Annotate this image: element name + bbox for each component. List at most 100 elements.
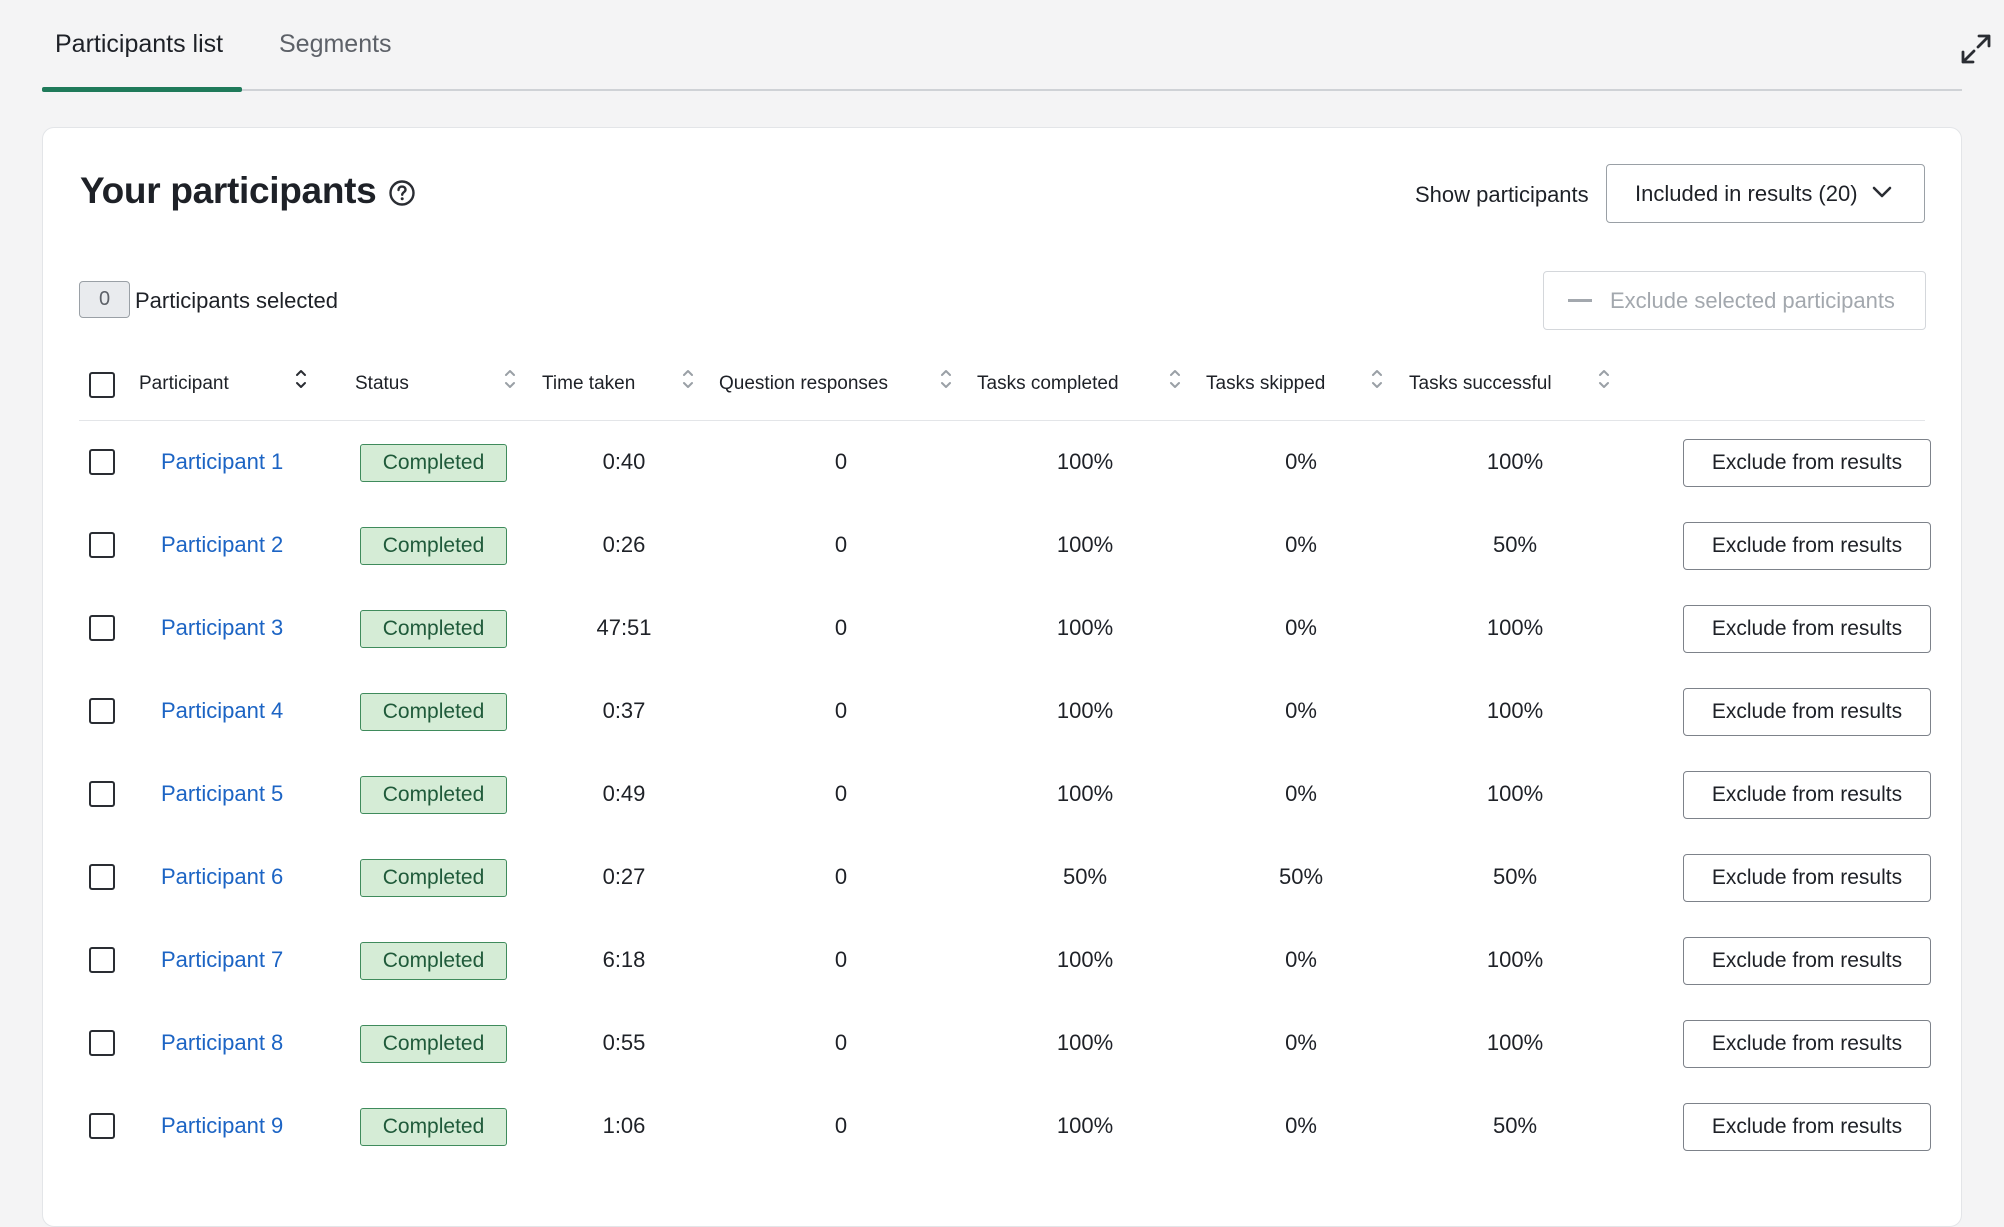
row-checkbox[interactable]: [89, 864, 115, 890]
column-header-tasks-completed[interactable]: Tasks completed: [977, 373, 1119, 395]
table-row: Participant 6 Completed 0:27 0 50% 50% 5…: [79, 836, 1931, 919]
column-header-status[interactable]: Status: [355, 373, 409, 395]
selected-count-label: Participants selected: [135, 288, 338, 313]
status-badge: Completed: [360, 527, 507, 565]
tasks-completed-cell: 100%: [1056, 781, 1114, 806]
exclude-from-results-button[interactable]: Exclude from results: [1683, 854, 1931, 902]
question-responses-cell: 0: [834, 1113, 848, 1138]
tasks-successful-cell: 100%: [1486, 698, 1544, 723]
time-taken-cell: 0:55: [602, 1030, 646, 1055]
tasks-completed-cell: 100%: [1056, 1030, 1114, 1055]
tasks-skipped-cell: 0%: [1285, 698, 1317, 723]
exclude-selected-button[interactable]: Exclude selected participants: [1543, 271, 1926, 330]
participant-link[interactable]: Participant 6: [161, 864, 283, 890]
participants-card: Your participants Show participants Incl…: [42, 127, 1962, 1227]
help-circle-icon[interactable]: [388, 179, 416, 207]
tasks-skipped-cell: 50%: [1278, 864, 1324, 889]
participant-link[interactable]: Participant 2: [161, 532, 283, 558]
sort-icon[interactable]: [682, 368, 694, 390]
tasks-successful-cell: 100%: [1486, 449, 1544, 474]
status-badge: Completed: [360, 1025, 507, 1063]
exclude-from-results-button[interactable]: Exclude from results: [1683, 605, 1931, 653]
question-responses-cell: 0: [834, 864, 848, 889]
exclude-from-results-button[interactable]: Exclude from results: [1683, 937, 1931, 985]
participant-link[interactable]: Participant 3: [161, 615, 283, 641]
participant-link[interactable]: Participant 1: [161, 449, 283, 475]
sort-ascending-icon[interactable]: [295, 368, 307, 390]
tasks-successful-cell: 100%: [1486, 615, 1544, 640]
column-header-participant[interactable]: Participant: [139, 373, 229, 395]
sort-icon[interactable]: [1598, 368, 1610, 390]
time-taken-cell: 0:26: [602, 532, 646, 557]
participant-link[interactable]: Participant 7: [161, 947, 283, 973]
question-responses-cell: 0: [834, 1030, 848, 1055]
time-taken-cell: 0:37: [602, 698, 646, 723]
tasks-successful-cell: 100%: [1486, 1030, 1544, 1055]
participant-link[interactable]: Participant 8: [161, 1030, 283, 1056]
column-header-tasks-successful[interactable]: Tasks successful: [1409, 373, 1552, 395]
column-header-question-responses[interactable]: Question responses: [719, 373, 888, 395]
tasks-skipped-cell: 0%: [1285, 449, 1317, 474]
row-checkbox[interactable]: [89, 615, 115, 641]
show-participants-dropdown[interactable]: Included in results (20): [1606, 164, 1925, 223]
table-row: Participant 4 Completed 0:37 0 100% 0% 1…: [79, 670, 1931, 753]
status-badge: Completed: [360, 942, 507, 980]
row-checkbox[interactable]: [89, 1030, 115, 1056]
table-header: Participant Status Time taken Question r…: [79, 361, 1925, 421]
show-participants-label: Show participants: [1415, 182, 1589, 207]
tab-segments[interactable]: Segments: [279, 30, 392, 89]
tasks-skipped-cell: 0%: [1285, 781, 1317, 806]
table-row: Participant 8 Completed 0:55 0 100% 0% 1…: [79, 1002, 1931, 1085]
table-row: Participant 2 Completed 0:26 0 100% 0% 5…: [79, 504, 1931, 587]
table-row: Participant 7 Completed 6:18 0 100% 0% 1…: [79, 919, 1931, 1002]
row-checkbox[interactable]: [89, 698, 115, 724]
tasks-successful-cell: 50%: [1492, 864, 1538, 889]
question-responses-cell: 0: [834, 615, 848, 640]
table-row: Participant 1 Completed 0:40 0 100% 0% 1…: [79, 421, 1931, 504]
tasks-successful-cell: 100%: [1486, 947, 1544, 972]
row-checkbox[interactable]: [89, 1113, 115, 1139]
column-header-time-taken[interactable]: Time taken: [542, 373, 635, 395]
row-checkbox[interactable]: [89, 947, 115, 973]
exclude-from-results-button[interactable]: Exclude from results: [1683, 688, 1931, 736]
row-checkbox[interactable]: [89, 781, 115, 807]
tasks-skipped-cell: 0%: [1285, 1030, 1317, 1055]
time-taken-cell: 6:18: [602, 947, 646, 972]
time-taken-cell: 1:06: [602, 1113, 646, 1138]
sort-icon[interactable]: [940, 368, 952, 390]
participant-link[interactable]: Participant 5: [161, 781, 283, 807]
exclude-from-results-button[interactable]: Exclude from results: [1683, 522, 1931, 570]
dropdown-value: Included in results (20): [1635, 180, 1858, 206]
participant-link[interactable]: Participant 9: [161, 1113, 283, 1139]
expand-icon[interactable]: [1959, 32, 1993, 66]
tasks-completed-cell: 100%: [1056, 615, 1114, 640]
participant-link[interactable]: Participant 4: [161, 698, 283, 724]
question-responses-cell: 0: [834, 947, 848, 972]
exclude-from-results-button[interactable]: Exclude from results: [1683, 1020, 1931, 1068]
tasks-completed-cell: 100%: [1056, 1113, 1114, 1138]
column-header-tasks-skipped[interactable]: Tasks skipped: [1206, 373, 1325, 395]
tasks-completed-cell: 100%: [1056, 532, 1114, 557]
table-row: Participant 5 Completed 0:49 0 100% 0% 1…: [79, 753, 1931, 836]
tasks-skipped-cell: 0%: [1285, 1113, 1317, 1138]
exclude-from-results-button[interactable]: Exclude from results: [1683, 1103, 1931, 1151]
sort-icon[interactable]: [1169, 368, 1181, 390]
row-checkbox[interactable]: [89, 449, 115, 475]
sort-icon[interactable]: [1371, 368, 1383, 390]
row-checkbox[interactable]: [89, 532, 115, 558]
status-badge: Completed: [360, 610, 507, 648]
status-badge: Completed: [360, 693, 507, 731]
exclude-from-results-button[interactable]: Exclude from results: [1683, 439, 1931, 487]
tasks-completed-cell: 50%: [1062, 864, 1108, 889]
exclude-from-results-button[interactable]: Exclude from results: [1683, 771, 1931, 819]
status-badge: Completed: [360, 776, 507, 814]
table-row: Participant 9 Completed 1:06 0 100% 0% 5…: [79, 1085, 1931, 1168]
tasks-completed-cell: 100%: [1056, 449, 1114, 474]
active-tab-indicator: [42, 87, 242, 92]
table-row: Participant 3 Completed 47:51 0 100% 0% …: [79, 587, 1931, 670]
tasks-skipped-cell: 0%: [1285, 615, 1317, 640]
sort-icon[interactable]: [504, 368, 516, 390]
select-all-checkbox[interactable]: [89, 372, 115, 398]
tab-participants-list[interactable]: Participants list: [42, 30, 242, 92]
time-taken-cell: 47:51: [596, 615, 652, 640]
